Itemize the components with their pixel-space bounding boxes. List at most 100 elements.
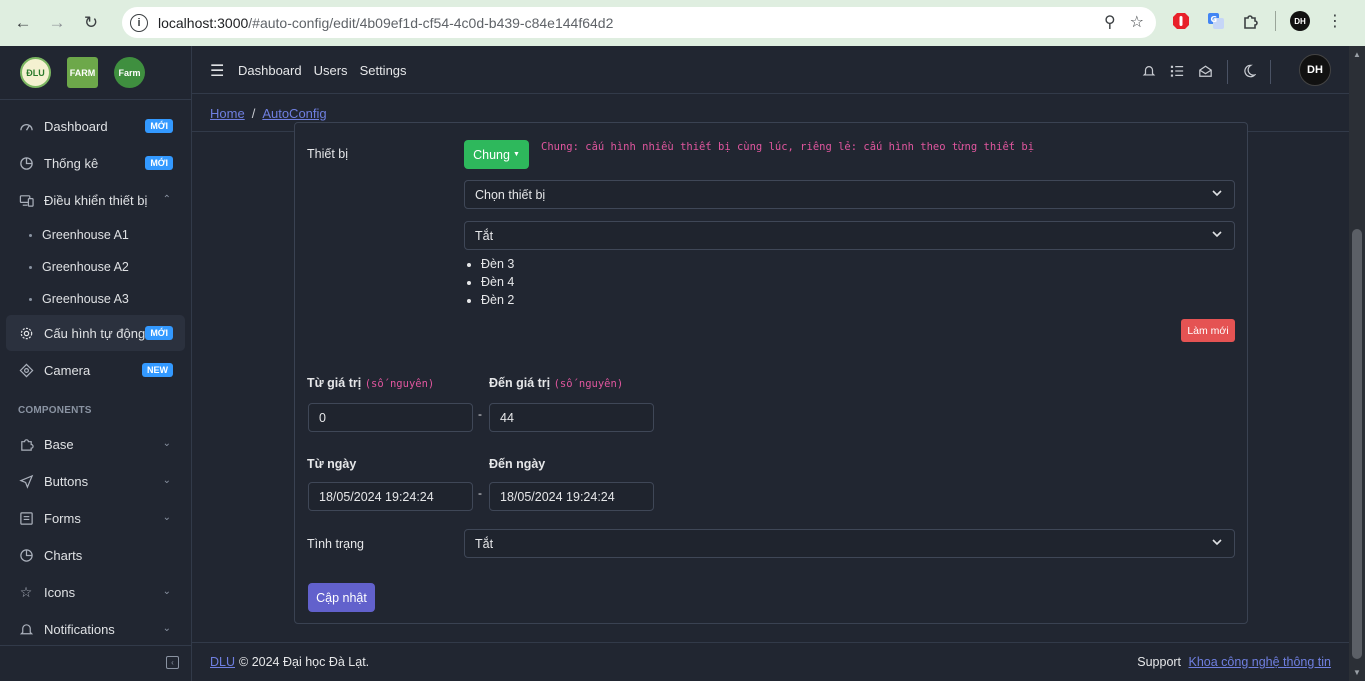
- chevron-down-icon: [1212, 189, 1222, 200]
- from-date-label: Từ ngày: [307, 457, 357, 471]
- svg-text:G: G: [1211, 15, 1218, 24]
- moon-icon[interactable]: [1242, 64, 1257, 81]
- forward-arrow-icon[interactable]: →: [42, 8, 72, 38]
- chart-pie-icon: [18, 155, 34, 171]
- envelope-open-icon[interactable]: [1198, 64, 1213, 81]
- list-item: Đèn 2: [481, 291, 514, 309]
- sidebar-subitem-greenhouse-a2[interactable]: Greenhouse A2: [6, 251, 185, 283]
- user-avatar[interactable]: DH: [1299, 54, 1331, 86]
- bell-icon[interactable]: [1142, 64, 1156, 81]
- status-label: Tình trạng: [307, 537, 364, 551]
- sidebar-item-buttons[interactable]: Buttons ⌄: [6, 463, 185, 499]
- chart-pie-icon: [18, 547, 34, 563]
- url-text[interactable]: localhost:3000/#auto-config/edit/4b09ef1…: [158, 15, 613, 31]
- sidebar-item-label: Điều khiển thiết bị: [44, 192, 148, 208]
- sidebar-item-base[interactable]: Base ⌄: [6, 426, 185, 462]
- browser-toolbar: ← → ↻ i localhost:3000/#auto-config/edit…: [0, 0, 1365, 46]
- sidebar-item-label: Notifications: [44, 621, 115, 637]
- to-date-input[interactable]: 18/05/2024 19:24:24: [489, 482, 654, 511]
- from-date-input[interactable]: 18/05/2024 19:24:24: [308, 482, 473, 511]
- chevron-down-icon: ⌄: [162, 623, 171, 634]
- scroll-down-arrow-icon[interactable]: ▼: [1353, 668, 1361, 677]
- scrollbar-thumb[interactable]: [1352, 229, 1362, 659]
- to-value-input[interactable]: 44: [489, 403, 654, 432]
- site-info-icon[interactable]: i: [130, 13, 148, 32]
- support-link[interactable]: Khoa công nghệ thông tin: [1189, 655, 1331, 669]
- translate-extension-icon[interactable]: G: [1205, 10, 1227, 32]
- sidebar-item-label: Base: [44, 436, 74, 452]
- zoom-icon[interactable]: ⚲: [1104, 12, 1116, 32]
- chevron-down-icon: [1212, 538, 1222, 549]
- header-nav-users[interactable]: Users: [314, 63, 348, 78]
- star-icon: ☆: [19, 583, 33, 600]
- bookmark-star-icon[interactable]: ☆: [1130, 12, 1144, 32]
- dlu-link[interactable]: DLU: [210, 655, 235, 669]
- status-select[interactable]: Tắt: [464, 529, 1235, 558]
- task-list-icon[interactable]: [1170, 64, 1184, 81]
- sidebar-item-label: Thống kê: [44, 155, 99, 171]
- farm-logo[interactable]: FARM: [67, 57, 98, 88]
- sidebar-footer: ‹: [0, 645, 191, 681]
- device-select[interactable]: Chọn thiết bị: [464, 180, 1235, 209]
- header-nav-settings[interactable]: Settings: [360, 63, 407, 78]
- sidebar-item-label: Buttons: [44, 473, 89, 489]
- app-footer: DLU © 2024 Đại học Đà Lạt. Support Khoa …: [192, 642, 1349, 681]
- mode-note: Chung: cấu hình nhiều thiết bị cùng lúc,…: [541, 141, 1035, 153]
- browser-menu-icon[interactable]: ⋮: [1324, 10, 1346, 32]
- sidebar-item-notifications[interactable]: Notifications ⌄: [6, 611, 185, 647]
- sidebar-item-dashboard[interactable]: Dashboard MỚI: [6, 108, 185, 144]
- sidebar-collapse-icon[interactable]: ‹: [166, 656, 179, 669]
- sidebar-subitem-greenhouse-a1[interactable]: Greenhouse A1: [6, 219, 185, 251]
- range-dash: -: [478, 407, 482, 421]
- device-label: Thiết bị: [307, 147, 348, 161]
- address-bar[interactable]: i localhost:3000/#auto-config/edit/4b09e…: [122, 7, 1156, 38]
- sidebar-item-camera[interactable]: Camera NEW: [6, 352, 185, 388]
- from-value-label: Từ giá trị (số nguyên): [307, 376, 435, 390]
- selected-devices-list: Đèn 3 Đèn 4 Đèn 2: [481, 255, 514, 309]
- main-content: Thiết bị Chung ▼ Chung: cấu hình nhiều t…: [192, 122, 1349, 642]
- sidebar-item-label: Forms: [44, 510, 81, 526]
- breadcrumb-current-link[interactable]: AutoConfig: [262, 106, 326, 121]
- hamburger-menu-icon[interactable]: ☰: [210, 61, 224, 81]
- sidebar-item-device-control[interactable]: Điều khiển thiết bị ⌃: [6, 182, 185, 218]
- sidebar-item-label: Dashboard: [44, 118, 108, 134]
- app-header: ☰ Dashboard Users Settings DH: [192, 46, 1349, 94]
- sidebar-item-label: Icons: [44, 584, 76, 600]
- smart-farm-logo[interactable]: Farm: [114, 57, 145, 88]
- chevron-down-icon: ⌄: [162, 512, 171, 523]
- chevron-down-icon: ⌄: [162, 475, 171, 486]
- dlu-logo[interactable]: ĐLU: [20, 57, 51, 88]
- back-arrow-icon[interactable]: ←: [8, 8, 38, 38]
- sidebar-item-label: Charts: [44, 547, 83, 563]
- scroll-up-arrow-icon[interactable]: ▲: [1353, 50, 1361, 59]
- breadcrumb-home-link[interactable]: Home: [210, 106, 245, 121]
- adblock-extension-icon[interactable]: [1170, 10, 1192, 32]
- camera-icon: [18, 362, 34, 378]
- copyright-text: © 2024 Đại học Đà Lạt.: [239, 655, 370, 669]
- state-select[interactable]: Tắt: [464, 221, 1235, 250]
- chevron-down-icon: ⌄: [162, 438, 171, 449]
- notes-icon: [18, 510, 34, 526]
- list-item: Đèn 3: [481, 255, 514, 273]
- sidebar-subitem-greenhouse-a3[interactable]: Greenhouse A3: [6, 283, 185, 315]
- list-item: Đèn 4: [481, 273, 514, 291]
- sidebar-item-charts[interactable]: Charts: [6, 537, 185, 573]
- chevron-down-icon: ⌄: [162, 586, 171, 597]
- sidebar-item-forms[interactable]: Forms ⌄: [6, 500, 185, 536]
- devices-icon: [18, 192, 34, 208]
- extensions-puzzle-icon[interactable]: [1240, 10, 1262, 32]
- integer-hint: (số nguyên): [553, 378, 624, 390]
- update-button[interactable]: Cập nhật: [308, 583, 375, 612]
- from-value-input[interactable]: 0: [308, 403, 473, 432]
- sidebar-item-icons[interactable]: ☆ Icons ⌄: [6, 574, 185, 610]
- sidebar-brand: ĐLU FARM Farm: [0, 46, 191, 100]
- page-scrollbar[interactable]: ▲ ▼: [1349, 46, 1365, 681]
- sidebar-item-auto-config[interactable]: Cấu hình tự động MỚI: [6, 315, 185, 351]
- support-label: Support: [1137, 655, 1182, 669]
- mode-dropdown-button[interactable]: Chung ▼: [464, 140, 529, 169]
- header-nav-dashboard[interactable]: Dashboard: [238, 63, 302, 78]
- sidebar-item-statistics[interactable]: Thống kê MỚI: [6, 145, 185, 181]
- reset-button[interactable]: Làm mới: [1181, 319, 1235, 342]
- profile-avatar-icon[interactable]: DH: [1289, 10, 1311, 32]
- reload-icon[interactable]: ↻: [76, 8, 106, 38]
